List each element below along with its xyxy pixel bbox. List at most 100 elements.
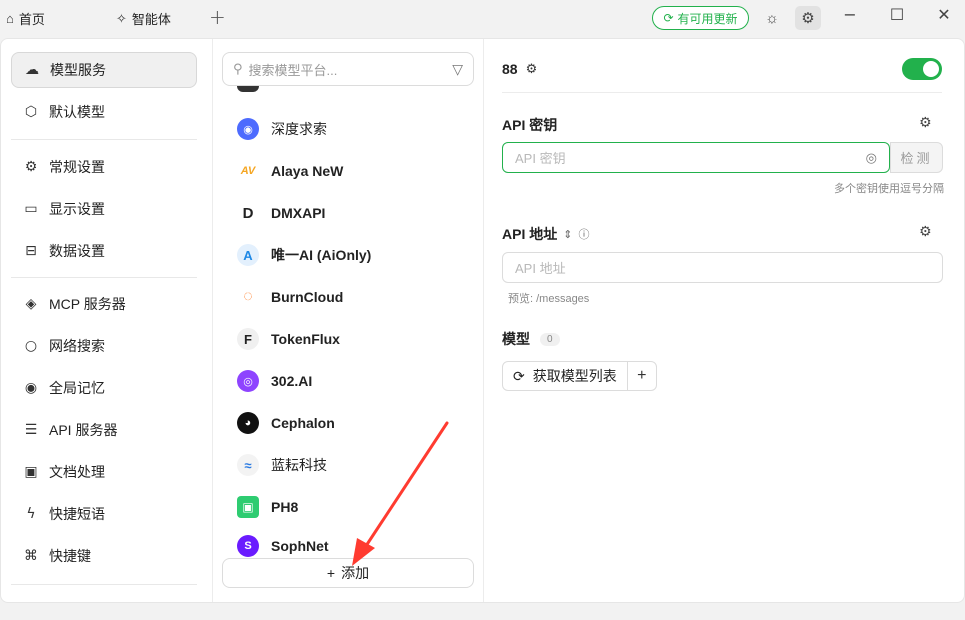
api-key-label: API 密钥	[502, 115, 557, 135]
api-key-input[interactable]: API 密钥 ◎	[502, 142, 890, 173]
alaya-logo-icon: AV	[240, 165, 256, 177]
close-button[interactable]: ✕	[932, 5, 956, 24]
provider-title-text: 88	[502, 61, 518, 77]
sidebar-item-shortcuts[interactable]: ⌘ 快捷键	[11, 538, 197, 574]
sidebar-item-label: 模型服务	[50, 62, 106, 78]
add-provider-button[interactable]: + 添加	[222, 558, 474, 588]
api-url-input[interactable]: API 地址	[502, 252, 943, 283]
update-available-button[interactable]: ⟳ 有可用更新	[652, 6, 749, 30]
aionly-logo-icon: A	[237, 244, 259, 266]
provider-logo-partial	[237, 86, 259, 92]
sidebar-item-model-service[interactable]: ☁ 模型服务	[11, 52, 197, 88]
provider-item[interactable]: ▣ PH8	[237, 492, 298, 522]
provider-detail-panel: 88 ⚙ API 密钥 ⚙ API 密钥 ◎ 检测 多个密钥使用逗号分隔 API…	[484, 39, 964, 602]
cube-icon: ⬡	[24, 104, 38, 120]
maximize-button[interactable]: ☐	[885, 5, 909, 24]
provider-name: TokenFlux	[271, 331, 340, 347]
api-key-label-text: API 密钥	[502, 117, 558, 133]
settings-panel: ☁ 模型服务 ⬡ 默认模型 ⚙ 常规设置 ▭ 显示设置 ⊟ 数据设置 ◈ MCP…	[0, 38, 965, 603]
provider-item[interactable]: ◌ BurnCloud	[237, 282, 343, 312]
search-input[interactable]: 搜索模型平台...	[249, 60, 338, 79]
divider	[502, 92, 942, 93]
dmxapi-logo-icon: D	[237, 202, 259, 224]
fetch-models-button[interactable]: ⟳ 获取模型列表	[503, 362, 628, 390]
tab-home[interactable]: ⌂ 首页	[6, 9, 45, 28]
refresh-icon: ⟳	[513, 367, 525, 384]
api-url-settings-icon[interactable]: ⚙	[919, 224, 932, 240]
provider-name: Cephalon	[271, 415, 335, 431]
provider-item[interactable]: A 唯一AI (AiOnly)	[237, 240, 371, 270]
provider-enable-toggle[interactable]	[902, 58, 942, 80]
provider-name: 302.AI	[271, 373, 313, 389]
provider-item[interactable]: S SophNet	[237, 531, 329, 561]
provider-item[interactable]: ◉ 深度求索	[237, 114, 327, 144]
api-url-label-text: API 地址	[502, 226, 558, 242]
settings-sidebar: ☁ 模型服务 ⬡ 默认模型 ⚙ 常规设置 ▭ 显示设置 ⊟ 数据设置 ◈ MCP…	[1, 39, 213, 602]
eye-off-icon[interactable]: ◎	[866, 150, 877, 166]
drive-icon: ⊟	[25, 243, 37, 259]
sidebar-item-api-server[interactable]: ☰ API 服务器	[11, 412, 197, 448]
burncloud-logo-icon: ◌	[237, 286, 259, 308]
sidebar-item-default-model[interactable]: ⬡ 默认模型	[11, 94, 197, 130]
sidebar-item-memory[interactable]: ◉ 全局记忆	[11, 370, 197, 406]
sidebar-item-doc-processing[interactable]: ▣ 文档处理	[11, 454, 197, 490]
sidebar-item-label: 快捷短语	[49, 506, 105, 522]
provider-name: BurnCloud	[271, 289, 344, 305]
provider-item[interactable]: D DMXAPI	[237, 198, 325, 228]
help-icon[interactable]: ⓘ	[578, 226, 589, 242]
cloud-icon: ☁	[25, 62, 39, 78]
sophnet-logo-icon: S	[237, 535, 259, 557]
provider-name: 深度求索	[271, 121, 327, 137]
theme-toggle-sun-icon[interactable]: ☼	[759, 6, 785, 30]
sidebar-item-general[interactable]: ⚙ 常规设置	[11, 149, 197, 185]
models-label-text: 模型	[502, 331, 530, 347]
provider-name: SophNet	[271, 538, 329, 554]
settings-gear-icon[interactable]: ⚙	[526, 61, 538, 77]
command-icon: ⌘	[24, 548, 38, 564]
sidebar-item-quick-phrases[interactable]: ϟ 快捷短语	[11, 496, 197, 532]
tokenflux-logo-icon: F	[237, 328, 259, 350]
provider-search[interactable]: ⚲ 搜索模型平台... ▽	[222, 52, 474, 86]
server-icon: ☰	[24, 422, 38, 438]
api-key-placeholder: API 密钥	[515, 151, 566, 166]
sidebar-item-label: 默认模型	[49, 104, 105, 120]
sort-arrows-icon[interactable]: ⇕	[563, 228, 572, 241]
monitor-icon: ▭	[24, 201, 38, 217]
sidebar-item-label: API 服务器	[49, 422, 118, 438]
sidebar-item-label: 快捷键	[49, 548, 91, 564]
provider-name: DMXAPI	[271, 205, 326, 221]
api-key-settings-icon[interactable]: ⚙	[919, 115, 932, 131]
provider-item[interactable]: ◕ Cephalon	[237, 408, 335, 438]
302ai-logo-icon: ◎	[237, 370, 259, 392]
provider-item[interactable]: F TokenFlux	[237, 324, 340, 354]
tab-agents[interactable]: ✧ 智能体	[116, 9, 171, 28]
sidebar-item-label: MCP 服务器	[49, 296, 126, 312]
provider-item[interactable]: AV Alaya NeW	[237, 156, 344, 186]
divider	[11, 277, 197, 278]
sidebar-item-mcp[interactable]: ◈ MCP 服务器	[11, 286, 197, 322]
settings-gear-icon[interactable]: ⚙	[795, 6, 821, 30]
document-icon: ▣	[24, 464, 38, 480]
search-icon: ⚲	[233, 61, 243, 76]
filter-icon[interactable]: ▽	[452, 61, 463, 78]
provider-name: Alaya NeW	[271, 163, 344, 179]
add-model-button[interactable]: +	[628, 362, 656, 390]
sidebar-item-web-search[interactable]: ○ 网络搜索	[11, 328, 197, 364]
provider-item[interactable]: ◎ 302.AI	[237, 366, 312, 396]
new-tab-button[interactable]: +	[209, 5, 226, 29]
provider-item[interactable]: ≈ 蓝耘科技	[237, 450, 327, 480]
sidebar-item-label: 文档处理	[49, 464, 105, 480]
sidebar-item-label: 数据设置	[49, 243, 105, 259]
minimize-button[interactable]: −	[838, 5, 862, 24]
provider-name: 唯一AI (AiOnly)	[271, 247, 372, 263]
tab-home-label: 首页	[18, 12, 45, 27]
sidebar-item-display[interactable]: ▭ 显示设置	[11, 191, 197, 227]
provider-name: 蓝耘科技	[271, 457, 327, 473]
provider-list-panel: ⚲ 搜索模型平台... ▽ ◉ 深度求索 AV Alaya NeW D DMXA…	[213, 39, 484, 602]
plus-icon: +	[326, 565, 336, 581]
divider	[11, 139, 197, 140]
sliders-icon: ⚙	[24, 159, 38, 175]
sidebar-item-data[interactable]: ⊟ 数据设置	[11, 233, 197, 269]
toggle-knob	[923, 61, 939, 77]
check-button[interactable]: 检测	[890, 142, 943, 173]
